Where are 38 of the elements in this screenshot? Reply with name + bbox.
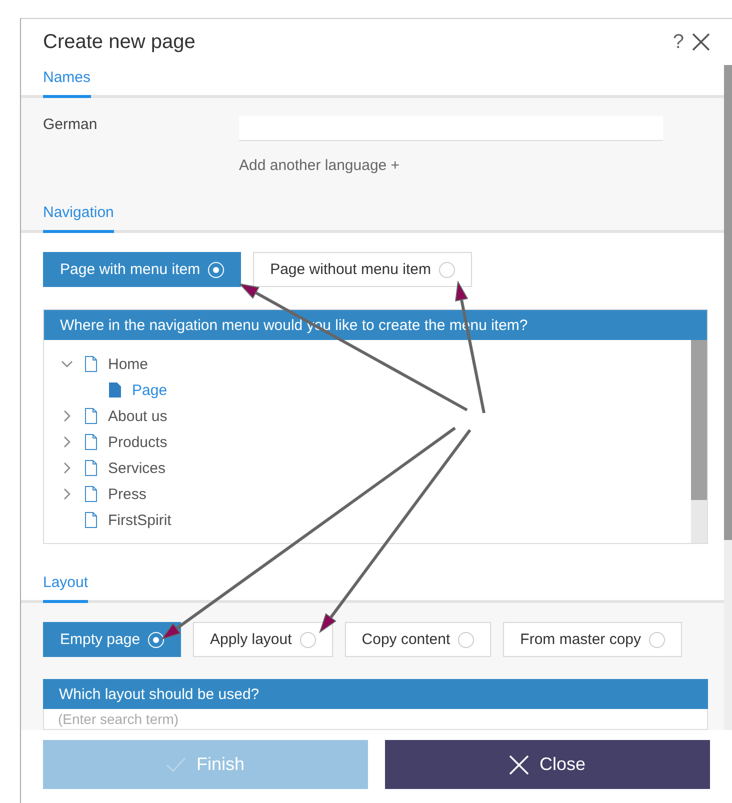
- page-icon: [84, 356, 98, 372]
- help-button[interactable]: ?: [672, 30, 684, 54]
- page-icon: [84, 512, 98, 528]
- page-icon: [108, 382, 122, 398]
- close-button[interactable]: Close: [385, 740, 710, 789]
- radio-icon: [300, 632, 316, 648]
- tree-item[interactable]: FirstSpirit: [60, 507, 691, 533]
- tree-item[interactable]: Home: [60, 351, 691, 377]
- scrollbar[interactable]: [724, 65, 732, 730]
- radio-option[interactable]: Empty page: [43, 622, 182, 657]
- radio-option[interactable]: Copy content: [344, 622, 492, 657]
- page-icon: [84, 486, 98, 502]
- field-label: German: [43, 116, 98, 135]
- radio-option[interactable]: Page with menu item: [43, 252, 242, 287]
- add-language-link[interactable]: Add another language +: [239, 157, 663, 174]
- radio-icon: [439, 262, 455, 278]
- tree-item[interactable]: Press: [60, 481, 691, 507]
- radio-icon: [649, 632, 666, 648]
- page-icon: [84, 434, 98, 450]
- close-icon: [509, 754, 530, 774]
- page-icon: [84, 460, 98, 476]
- radio-icon: [208, 262, 224, 278]
- check-icon: [166, 756, 186, 772]
- search-field[interactable]: (Enter search term): [43, 709, 708, 730]
- tree-item[interactable]: Products: [60, 429, 691, 455]
- dialog-title: Create new page: [43, 30, 196, 54]
- close-icon[interactable]: [692, 33, 710, 51]
- radio-option[interactable]: Page without menu item: [253, 252, 472, 287]
- radio-option[interactable]: Apply layout: [193, 622, 333, 657]
- tree-item[interactable]: About us: [60, 403, 691, 429]
- radio-option[interactable]: From master copy: [503, 622, 682, 657]
- tree-item[interactable]: Services: [60, 455, 691, 481]
- scrollbar[interactable]: [691, 340, 707, 543]
- name-input-field[interactable]: [239, 116, 663, 141]
- radio-icon: [458, 632, 474, 648]
- panel-header: Which layout should be used?: [43, 679, 708, 709]
- page-icon: [84, 408, 98, 424]
- tree-item[interactable]: Page: [60, 377, 691, 403]
